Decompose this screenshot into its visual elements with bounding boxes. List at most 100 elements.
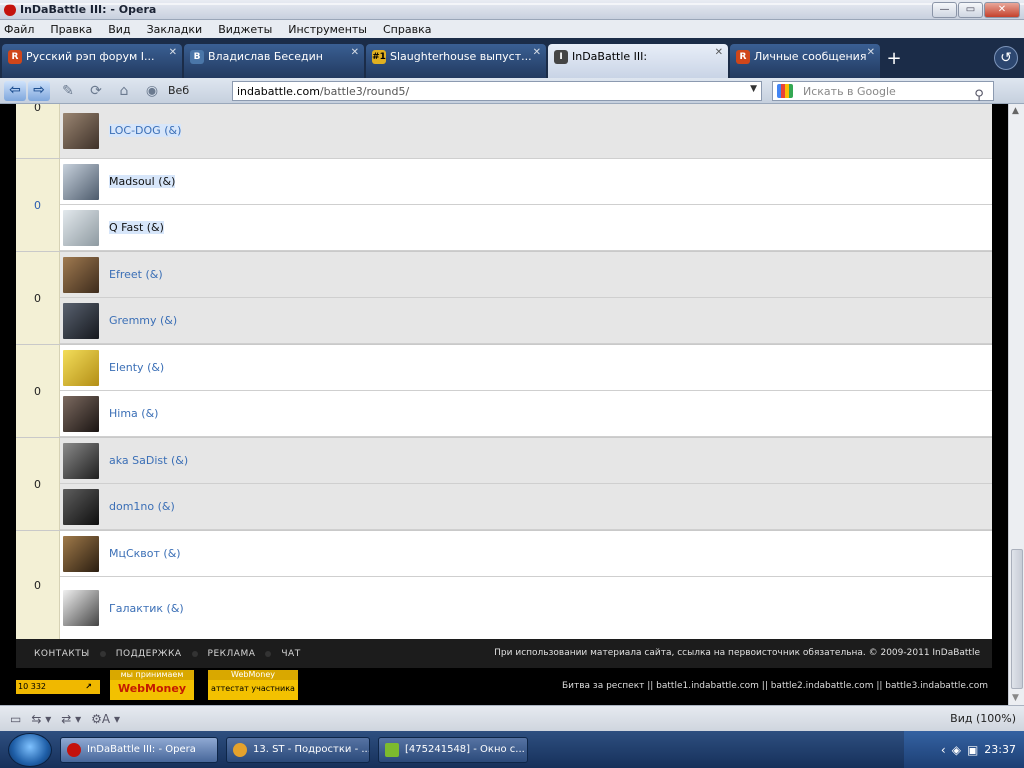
forward-button[interactable]: ⇨ [28,80,50,101]
arrow-icon: ↗ [85,682,92,691]
menu-bookmarks[interactable]: Закладки [147,23,203,36]
battle-pair: 0 Madsoul (&) Q Fast (&) [16,159,992,252]
tab-close-icon[interactable]: ✕ [351,47,359,58]
participant-row[interactable]: LOC-DOG (&) [60,104,992,159]
tab-label: Владислав Беседин [208,50,323,63]
minimize-button[interactable]: — [932,2,957,18]
taskbar-item-icq[interactable]: [475241548] - Окно с... [378,736,528,763]
vote-count: 0 [16,252,60,344]
participant-row[interactable]: Gremmy (&) [60,298,992,344]
url-host: indabattle.com [237,84,320,98]
participant-row[interactable]: Efreet (&) [60,252,992,298]
reload-icon[interactable]: ⟳ [86,81,106,101]
visitor-counter[interactable]: 10 332 ↗ [16,680,100,694]
participant-name[interactable]: Hima (&) [109,407,158,420]
participant-name[interactable]: Gremmy (&) [109,314,177,327]
tab-label: Русский рэп форум I... [26,50,155,63]
battle-links[interactable]: Битва за респект || battle1.indabattle.c… [562,681,988,691]
tab-close-icon[interactable]: ✕ [867,47,875,58]
new-tab-button[interactable]: + [882,48,906,72]
site-footer-nav: КОНТАКТЫ ПОДДЕРЖКА РЕКЛАМА ЧАТ При испол… [16,639,992,668]
start-button[interactable] [8,732,52,767]
menu-view[interactable]: Вид [108,23,130,36]
avatar [63,395,99,432]
webmoney-attestat-badge[interactable]: WebMoney аттестат участника [208,670,298,700]
turbo-icon[interactable]: ⚙A ▾ [91,712,120,726]
participant-name[interactable]: Q Fast (&) [109,221,164,234]
battle-pair: 0 LOC-DOG (&) [16,104,992,159]
footer-separator [99,650,106,657]
zoom-level[interactable]: Вид (100%) [950,712,1016,725]
participant-name[interactable]: LOC-DOG (&) [109,124,182,137]
scroll-up-icon[interactable]: ▲ [1012,106,1019,116]
participant-row[interactable]: Q Fast (&) [60,205,992,251]
participant-row[interactable]: МцСквот (&) [60,531,992,577]
search-input[interactable]: Искать в Google ⚲ [772,81,994,103]
battle-pair: 0 Efreet (&) Gremmy (&) [16,252,992,345]
footer-link-ads[interactable]: РЕКЛАМА [208,649,256,659]
wm-badge-bottom: аттестат участника [211,684,295,693]
tab-close-icon[interactable]: ✕ [533,47,541,58]
participant-name[interactable]: Галактик (&) [109,602,184,615]
menu-widgets[interactable]: Виджеты [218,23,272,36]
taskbar-item-player[interactable]: 13. ST - Подростки - ... [226,736,370,763]
participant-name[interactable]: Efreet (&) [109,268,163,281]
maximize-button[interactable]: ▭ [958,2,983,18]
google-icon[interactable] [777,84,793,98]
participant-row[interactable]: Hima (&) [60,391,992,437]
vote-count: 0 [16,345,60,437]
closed-tabs-icon[interactable]: ↺ [994,46,1018,70]
scrollbar-thumb[interactable] [1011,549,1023,689]
tab-close-icon[interactable]: ✕ [169,47,177,58]
url-input[interactable]: indabattle.com /battle3/round5/ ▼ [232,81,762,101]
footer-link-chat[interactable]: ЧАТ [281,649,300,659]
participant-name[interactable]: dom1no (&) [109,500,175,513]
edit-icon[interactable]: ✎ [58,81,78,101]
sync-icon[interactable]: ⇆ ▾ [31,712,51,726]
tab-indabattle[interactable]: I InDaBattle III: ✕ [548,44,728,78]
task-label: 13. ST - Подростки - ... [253,744,370,755]
unite-icon[interactable]: ⇄ ▾ [61,712,81,726]
home-icon[interactable]: ⌂ [114,81,134,101]
participant-name[interactable]: МцСквот (&) [109,547,181,560]
tab-vk-profile[interactable]: В Владислав Беседин ✕ [184,44,364,78]
web-label: Веб [168,84,190,97]
taskbar-item-opera[interactable]: InDaBattle III: - Opera [60,736,218,763]
tab-messages[interactable]: R Личные сообщения ✕ [730,44,880,78]
wm-badge-top: мы принимаем [110,670,194,680]
participant-row[interactable]: Madsoul (&) [60,159,992,205]
participant-name[interactable]: Madsoul (&) [109,175,176,188]
tray-expand-icon[interactable]: ‹ [941,743,946,757]
participant-row[interactable]: Галактик (&) [60,577,992,639]
menu-edit[interactable]: Правка [50,23,92,36]
clock[interactable]: 23:37 [984,743,1016,756]
tab-rap-forum[interactable]: R Русский рэп форум I... ✕ [2,44,182,78]
participant-row[interactable]: Elenty (&) [60,345,992,391]
chevron-down-icon[interactable]: ▼ [750,84,757,94]
back-button[interactable]: ⇦ [4,80,26,101]
volume-icon[interactable]: ▣ [967,743,978,757]
participant-name[interactable]: Elenty (&) [109,361,164,374]
panel-toggle-icon[interactable]: ▭ [10,712,21,726]
copyright-text: При использовании материала сайта, ссылк… [494,648,980,658]
battle-pair: 0 aka SaDist (&) dom1no (&) [16,438,992,531]
windows-taskbar: InDaBattle III: - Opera 13. ST - Подрост… [0,731,1024,768]
network-icon[interactable]: ◈ [952,743,961,757]
participant-row[interactable]: dom1no (&) [60,484,992,530]
menu-tools[interactable]: Инструменты [288,23,367,36]
tab-close-icon[interactable]: ✕ [715,47,723,58]
participant-name[interactable]: aka SaDist (&) [109,454,188,467]
search-icon[interactable]: ⚲ [969,86,989,106]
footer-link-contacts[interactable]: КОНТАКТЫ [34,649,90,659]
address-toolbar: ⇦ ⇨ ✎ ⟳ ⌂ ◉ Веб indabattle.com /battle3/… [0,78,1024,104]
scroll-down-icon[interactable]: ▼ [1012,693,1019,703]
webmoney-accept-badge[interactable]: мы принимаем WebMoney [110,670,194,700]
menu-file[interactable]: Файл [4,23,34,36]
menu-help[interactable]: Справка [383,23,431,36]
tab-label: Личные сообщения [754,50,867,63]
vertical-scrollbar[interactable]: ▲ ▼ [1008,104,1024,705]
participant-row[interactable]: aka SaDist (&) [60,438,992,484]
tab-slaughterhouse[interactable]: #1 Slaughterhouse выпуст... ✕ [366,44,546,78]
close-button[interactable]: ✕ [984,2,1020,18]
footer-link-support[interactable]: ПОДДЕРЖКА [116,649,182,659]
